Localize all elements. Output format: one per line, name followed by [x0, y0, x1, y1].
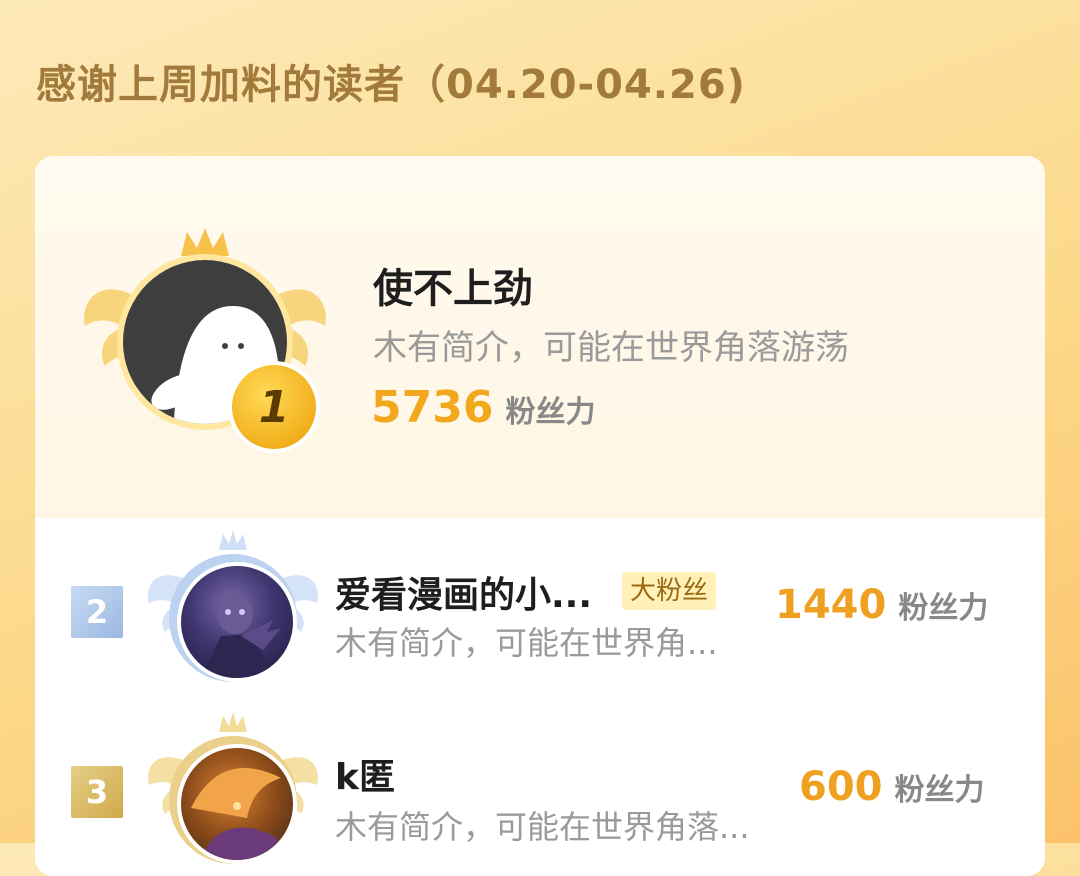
score-2: 1440 — [775, 582, 887, 628]
rank-badge-2: 2 — [71, 586, 123, 638]
big-fan-badge: 大粉丝 — [622, 572, 717, 610]
bio-3: 木有简介，可能在世界角落... — [335, 808, 750, 846]
username-2[interactable]: 爱看漫画的小... — [335, 566, 592, 618]
fan-power-3: 600 粉丝力 — [799, 764, 985, 810]
anime-character-avatar — [177, 562, 297, 682]
rank-number-1: 1 — [258, 381, 290, 433]
username-1[interactable]: 使不上劲 — [373, 256, 533, 314]
page-title: 感谢上周加料的读者（04.20-04.26) — [36, 62, 746, 108]
fan-power-2: 1440 粉丝力 — [775, 582, 988, 628]
score-unit-3: 粉丝力 — [894, 773, 985, 808]
score-1: 5736 — [371, 382, 494, 433]
ranking-row-1[interactable]: 1 使不上劲 木有简介，可能在世界角落游荡 5736 粉丝力 — [35, 156, 1045, 518]
fan-power-1: 5736 粉丝力 — [371, 382, 595, 433]
score-unit-2: 粉丝力 — [898, 591, 989, 626]
fox-character-avatar — [177, 744, 297, 864]
gold-medal-icon: 1 — [228, 361, 320, 453]
score-unit-1: 粉丝力 — [505, 395, 596, 430]
username-3[interactable]: k匿 — [335, 748, 395, 800]
ranking-row-3[interactable]: 3 k匿 木有简介，可能在世界角落... 600 粉丝力 — [35, 700, 1045, 876]
bio-2: 木有简介，可能在世界角... — [335, 624, 718, 662]
rank-number-3: 3 — [85, 773, 109, 811]
rank-number-2: 2 — [85, 593, 109, 631]
ranking-row-2[interactable]: 2 爱看漫画的小... 大粉丝 木有简介，可能在世界角... 1440 粉丝力 — [35, 518, 1045, 698]
ranking-card: 1 使不上劲 木有简介，可能在世界角落游荡 5736 粉丝力 2 爱看漫画的小.… — [35, 156, 1045, 876]
rank-badge-3: 3 — [71, 766, 123, 818]
bio-1: 木有简介，可能在世界角落游荡 — [373, 328, 849, 368]
score-3: 600 — [799, 764, 883, 810]
